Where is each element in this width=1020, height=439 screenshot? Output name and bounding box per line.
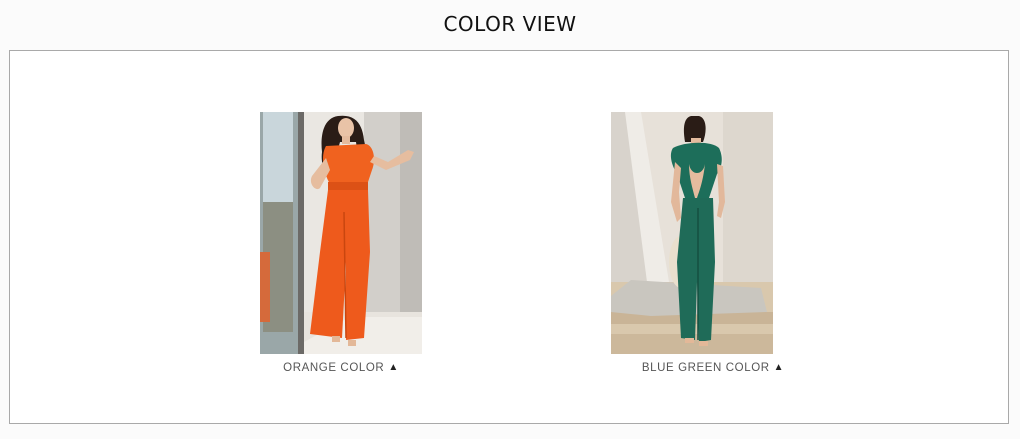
triangle-up-icon: ▲ — [388, 362, 399, 373]
color-swatch-blue-green[interactable]: BLUE GREEN COLOR ▲ — [611, 112, 784, 374]
section-title: COLOR VIEW — [443, 12, 577, 36]
color-view-panel: ORANGE COLOR ▲ BLUE GREEN COLOR ▲ — [9, 50, 1009, 424]
triangle-up-icon: ▲ — [773, 362, 785, 373]
variant-caption-blue-green[interactable]: BLUE GREEN COLOR ▲ — [623, 362, 803, 374]
color-swatch-orange[interactable]: ORANGE COLOR ▲ — [260, 112, 422, 374]
variant-label-orange: ORANGE COLOR — [283, 362, 385, 374]
product-photo-blue-green[interactable] — [611, 112, 773, 354]
color-view-page: COLOR VIEW ORANGE COLOR ▲ BLUE GREEN COL… — [0, 0, 1020, 439]
product-photo-orange[interactable] — [260, 112, 422, 354]
variant-caption-orange[interactable]: ORANGE COLOR ▲ — [260, 362, 422, 374]
variant-label-blue-green: BLUE GREEN COLOR — [641, 362, 770, 374]
